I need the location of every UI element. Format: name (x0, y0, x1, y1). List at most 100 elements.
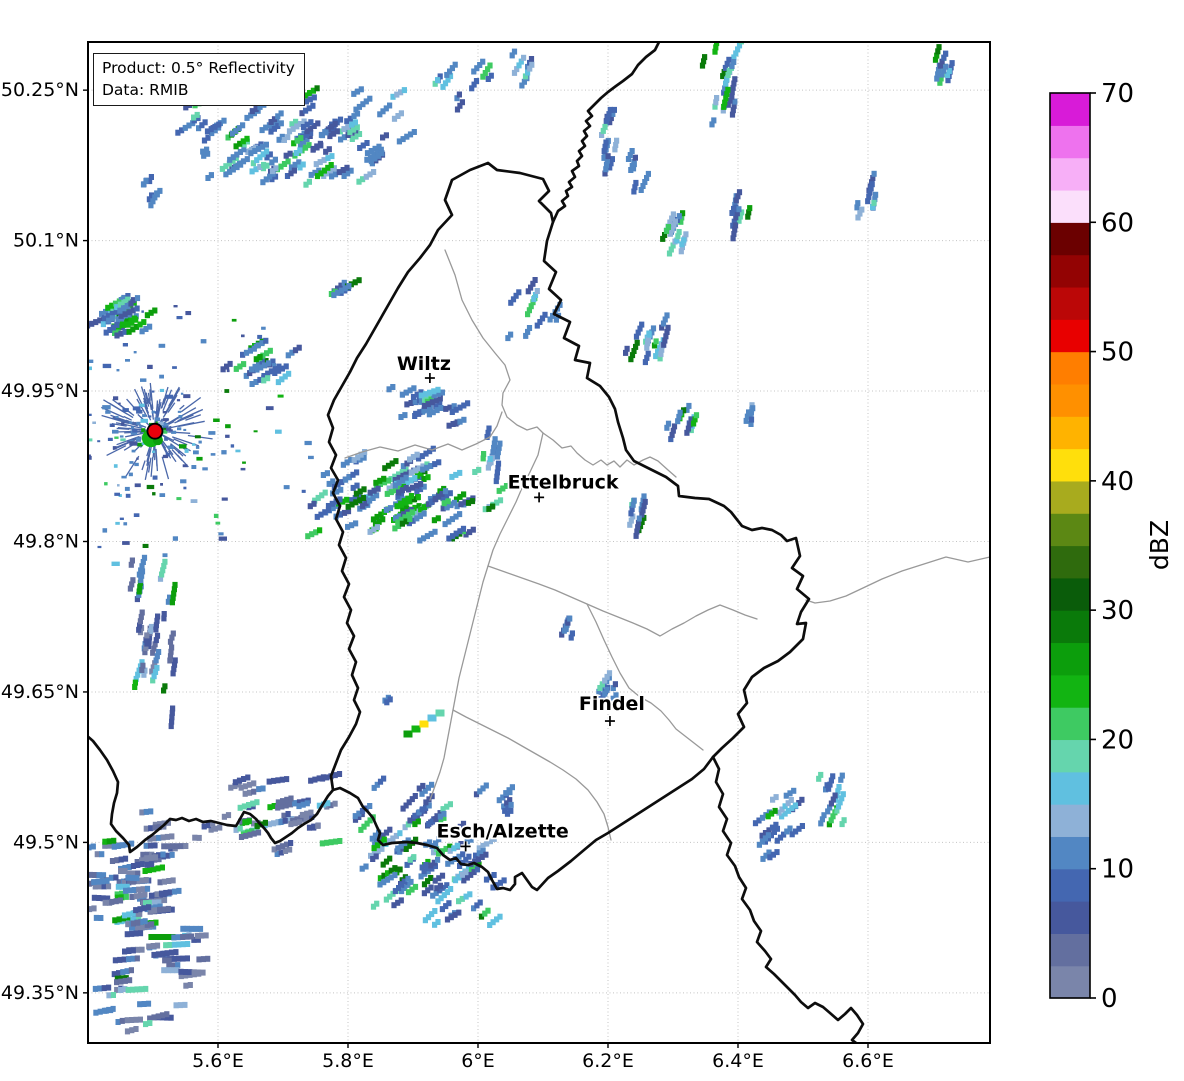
y-tick-label: 50.25°N (1, 79, 79, 101)
clutter-dot (265, 406, 274, 411)
echo-pixel (113, 874, 119, 881)
echo-pixel (936, 44, 942, 51)
echo-pixel (442, 488, 449, 495)
echo-pixel (508, 331, 514, 338)
echo-pixel (291, 167, 297, 174)
echo-pixel (447, 801, 453, 808)
echo-pixel (681, 237, 687, 244)
clutter-dot (241, 334, 245, 338)
echo-pixel (272, 156, 278, 163)
echo-pixel (402, 412, 408, 419)
x-tick-label: 6.2°E (582, 1050, 634, 1072)
echo-pixel (119, 1017, 125, 1024)
echo-pixel (459, 99, 465, 106)
echo-pixel (636, 515, 642, 522)
echo-pixel (363, 863, 369, 870)
echo-pixel (141, 319, 147, 326)
clutter-dot (151, 390, 155, 393)
echo-pixel (285, 134, 291, 141)
echo-pixel (602, 123, 608, 130)
echo-pixel (90, 843, 96, 850)
echo-pixel (485, 907, 491, 914)
colorbar-segment (1050, 254, 1090, 288)
clutter-dot (154, 411, 160, 414)
echo-pixel (773, 794, 779, 801)
clutter-dot (136, 437, 142, 442)
echo-pixel (641, 493, 647, 500)
echo-pixel (185, 941, 191, 947)
clutter-dot (180, 392, 184, 395)
clutter-dot (242, 461, 246, 464)
echo-pixel (457, 511, 463, 518)
data-source-line: Data: RMIB (102, 81, 189, 99)
echo-pixel (665, 224, 671, 230)
echo-pixel (492, 436, 498, 443)
echo-pixel (463, 869, 469, 876)
echo-pixel (407, 516, 413, 522)
echo-pixel (244, 135, 250, 142)
clutter-dot (308, 455, 314, 460)
echo-pixel (244, 156, 250, 163)
clutter-dot (132, 406, 141, 411)
echo-pixel (398, 110, 404, 117)
echo-cell (403, 730, 413, 738)
echo-pixel (665, 324, 671, 331)
echo-pixel (142, 891, 148, 898)
echo-pixel (949, 60, 955, 67)
echo-pixel (664, 312, 670, 319)
echo-pixel (360, 495, 367, 501)
clutter-dot (120, 438, 126, 442)
echo-pixel (306, 178, 312, 185)
echo-pixel (414, 451, 420, 458)
echo-cell (411, 725, 421, 733)
clutter-dot (225, 434, 230, 438)
clutter-dot (253, 430, 258, 433)
clutter-dot (112, 429, 119, 434)
clutter-dot (122, 541, 130, 545)
echo-pixel (317, 527, 323, 534)
clutter-dot (123, 522, 128, 526)
clutter-dot (122, 408, 129, 412)
echo-pixel (461, 416, 467, 423)
clutter-dot (215, 521, 221, 525)
echo-pixel (631, 161, 637, 168)
clutter-dot (114, 436, 119, 439)
echo-pixel (367, 803, 373, 809)
echo-pixel (251, 788, 257, 795)
echo-pixel (134, 875, 140, 882)
echo-pixel (614, 137, 620, 144)
echo-pixel (821, 812, 827, 819)
echo-pixel (445, 498, 451, 505)
echo-pixel (375, 485, 381, 492)
clutter-dot (231, 318, 237, 322)
clutter-dot (124, 486, 130, 491)
clutter-dot (159, 374, 164, 379)
clutter-dot (115, 521, 120, 525)
clutter-dot (185, 311, 192, 316)
echo-pixel (397, 830, 403, 837)
clutter-dot (125, 493, 131, 498)
echo-pixel (439, 872, 446, 879)
clutter-dot (230, 444, 235, 448)
echo-pixel (791, 787, 797, 794)
echo-pixel (354, 482, 360, 489)
echo-pixel (161, 897, 168, 904)
clutter-dot (162, 411, 168, 414)
echo-pixel (446, 900, 452, 907)
echo-pixel (412, 883, 419, 890)
echo-pixel (298, 135, 304, 142)
echo-pixel (296, 344, 302, 351)
clutter-dot (151, 450, 156, 453)
echo-pixel (265, 375, 271, 382)
clutter-dot (162, 454, 169, 459)
echo-pixel (241, 361, 247, 368)
colorbar-segment (1050, 383, 1090, 417)
clutter-dot (235, 449, 241, 453)
echo-pixel (187, 982, 193, 988)
echo-pixel (111, 837, 117, 844)
echo-pixel (683, 231, 689, 238)
clutter-dot (176, 497, 182, 501)
echo-pixel (497, 440, 503, 447)
clutter-dot (253, 343, 258, 347)
echo-pixel (128, 967, 134, 974)
